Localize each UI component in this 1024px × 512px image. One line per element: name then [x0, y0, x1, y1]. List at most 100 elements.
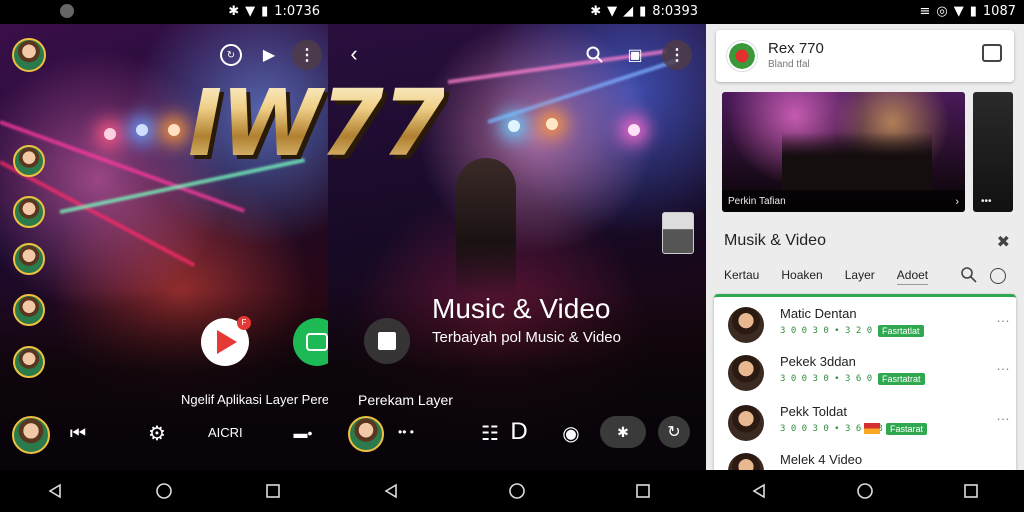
notification-icon	[60, 4, 74, 18]
more-options-icon[interactable]: …	[996, 357, 1010, 373]
list-item-meta: 3 0 0 3 0 • 3 2 0 3 3	[780, 326, 894, 336]
home-icon[interactable]	[845, 476, 885, 506]
music-video-subtitle: Terbaiyah pol Music & Video	[432, 329, 621, 346]
status-time: 1087	[982, 4, 1016, 19]
app-logo	[726, 40, 758, 72]
recorder-button[interactable]	[364, 318, 410, 364]
tablet-icon[interactable]: ▣	[624, 44, 646, 66]
tab-kertau[interactable]: Kertau	[724, 268, 759, 285]
section-title: Musik & Video	[724, 232, 826, 249]
wifi-icon: ▼	[953, 4, 964, 19]
story-avatar[interactable]	[13, 294, 45, 326]
more-options-icon[interactable]: ⋮	[292, 40, 322, 70]
status-bar: ✱ ▼ ◢ ▮ 8:0393	[328, 0, 706, 24]
shuffle-icon[interactable]: ✖	[997, 232, 1010, 252]
back-icon[interactable]	[371, 476, 411, 506]
user-avatar[interactable]	[348, 416, 384, 452]
tab-adoet[interactable]: Adoet	[896, 268, 929, 285]
list-avatar	[728, 453, 764, 471]
nav-bar	[706, 470, 1024, 512]
status-bar: ✱ ▼ ▮ 1:0736	[0, 0, 328, 24]
stage-light	[136, 124, 148, 136]
status-bar: ≡ ◎ ▼ ▮ 1087	[706, 0, 1024, 24]
settings-icon[interactable]: ⚙	[144, 420, 170, 446]
nav-bar	[0, 470, 328, 512]
screen-record-icon	[306, 333, 328, 351]
stage-light	[628, 124, 640, 136]
back-arrow-icon[interactable]: ‹	[342, 41, 366, 66]
user-avatar[interactable]	[12, 416, 50, 454]
home-icon[interactable]	[144, 476, 184, 506]
signal-icon: ◢	[623, 4, 634, 19]
recents-icon[interactable]	[253, 476, 293, 506]
wifi-icon: ▼	[607, 4, 618, 19]
recents-icon[interactable]	[623, 476, 663, 506]
refresh-button[interactable]: ↻	[658, 416, 690, 448]
story-avatar[interactable]	[13, 346, 45, 378]
list-item[interactable]: Pekek 3ddan 3 0 0 3 0 • 3 6 0 3 0 Fasrta…	[714, 351, 1014, 399]
recorder-caption: Perekam Layer	[358, 392, 453, 408]
artist-thumbnail[interactable]	[662, 212, 694, 254]
more-dots-icon: •••	[981, 196, 992, 207]
tab-bar: Kertau Hoaken Layer Adoet	[724, 268, 950, 285]
d-shape-icon[interactable]: D	[508, 418, 530, 446]
battery-icon: ▮	[969, 4, 977, 19]
skip-icon[interactable]: ⏮	[66, 422, 90, 444]
logo-text: IW77	[188, 70, 446, 177]
back-icon[interactable]	[739, 476, 779, 506]
video-caption: Perkin Tafian	[728, 196, 786, 207]
play-icon	[217, 330, 237, 354]
list-item-name: Melek 4 Video	[780, 452, 863, 467]
status-badge: Fastarat	[886, 423, 928, 435]
stage-light	[546, 118, 558, 130]
tab-layer[interactable]: Layer	[845, 268, 875, 285]
header-subtitle: Bland tfal	[768, 59, 810, 70]
document-icon[interactable]: ☷	[478, 420, 502, 446]
notification-badge: F	[237, 316, 251, 330]
video-thumbnail-next[interactable]: •••	[973, 92, 1013, 212]
profile-avatar[interactable]	[12, 38, 46, 72]
list-avatar	[728, 355, 764, 391]
stage-light	[508, 120, 520, 132]
list-item[interactable]: Pekk Toldat 3 0 0 3 0 • 3 6 0 3 0 Fastar…	[714, 401, 1014, 449]
video-thumbnail[interactable]: Perkin Tafian ›	[722, 92, 965, 212]
home-icon[interactable]	[497, 476, 537, 506]
search-icon[interactable]	[584, 44, 606, 66]
list-item[interactable]: Matic Dentan 3 0 0 3 0 • 3 2 0 3 3 Fasrt…	[714, 303, 1014, 351]
story-avatar[interactable]	[13, 243, 45, 275]
band-silhouette	[782, 132, 932, 192]
stage-light	[104, 128, 116, 140]
header-title: Rex 770	[768, 40, 824, 57]
recents-icon[interactable]	[951, 476, 991, 506]
camera-icon[interactable]: ◉	[558, 420, 584, 446]
circle-icon[interactable]	[990, 268, 1006, 284]
list-item-name: Pekek 3ddan	[780, 354, 856, 369]
battery-icon: ▮	[639, 4, 647, 19]
story-avatar[interactable]	[13, 196, 45, 228]
more-options-icon[interactable]: …	[996, 407, 1010, 423]
video-camera-icon[interactable]: ▶	[258, 44, 280, 66]
stage-light	[168, 124, 180, 136]
bluetooth-icon: ✱	[590, 4, 602, 19]
more-options-icon[interactable]: ⋮	[662, 40, 692, 70]
play-store-button[interactable]: F	[201, 316, 251, 366]
timer-icon[interactable]: ↻	[220, 44, 242, 66]
story-avatar[interactable]	[13, 145, 45, 177]
nav-bar	[328, 470, 706, 512]
search-icon[interactable]	[960, 266, 978, 284]
more-options-icon[interactable]: …	[996, 309, 1010, 325]
back-icon[interactable]	[35, 476, 75, 506]
list-item[interactable]: Melek 4 Video	[714, 449, 1014, 471]
music-video-title: Music & Video	[432, 293, 611, 324]
toggle-icon[interactable]: ▬•	[286, 422, 320, 444]
toolbar-label[interactable]: AICRI	[208, 425, 243, 440]
list-avatar	[728, 307, 764, 343]
tab-hoaken[interactable]: Hoaken	[781, 268, 822, 285]
list-card: Matic Dentan 3 0 0 3 0 • 3 2 0 3 3 Fasrt…	[714, 294, 1016, 473]
sticker-button[interactable]: ✱	[600, 416, 646, 448]
flag-icon	[864, 423, 880, 434]
status-badge: Fasrtatrat	[878, 373, 925, 385]
app-header-card: Rex 770 Bland tfal	[716, 30, 1014, 82]
battery-icon: ▮	[261, 4, 269, 19]
briefcase-icon[interactable]	[982, 44, 1002, 62]
